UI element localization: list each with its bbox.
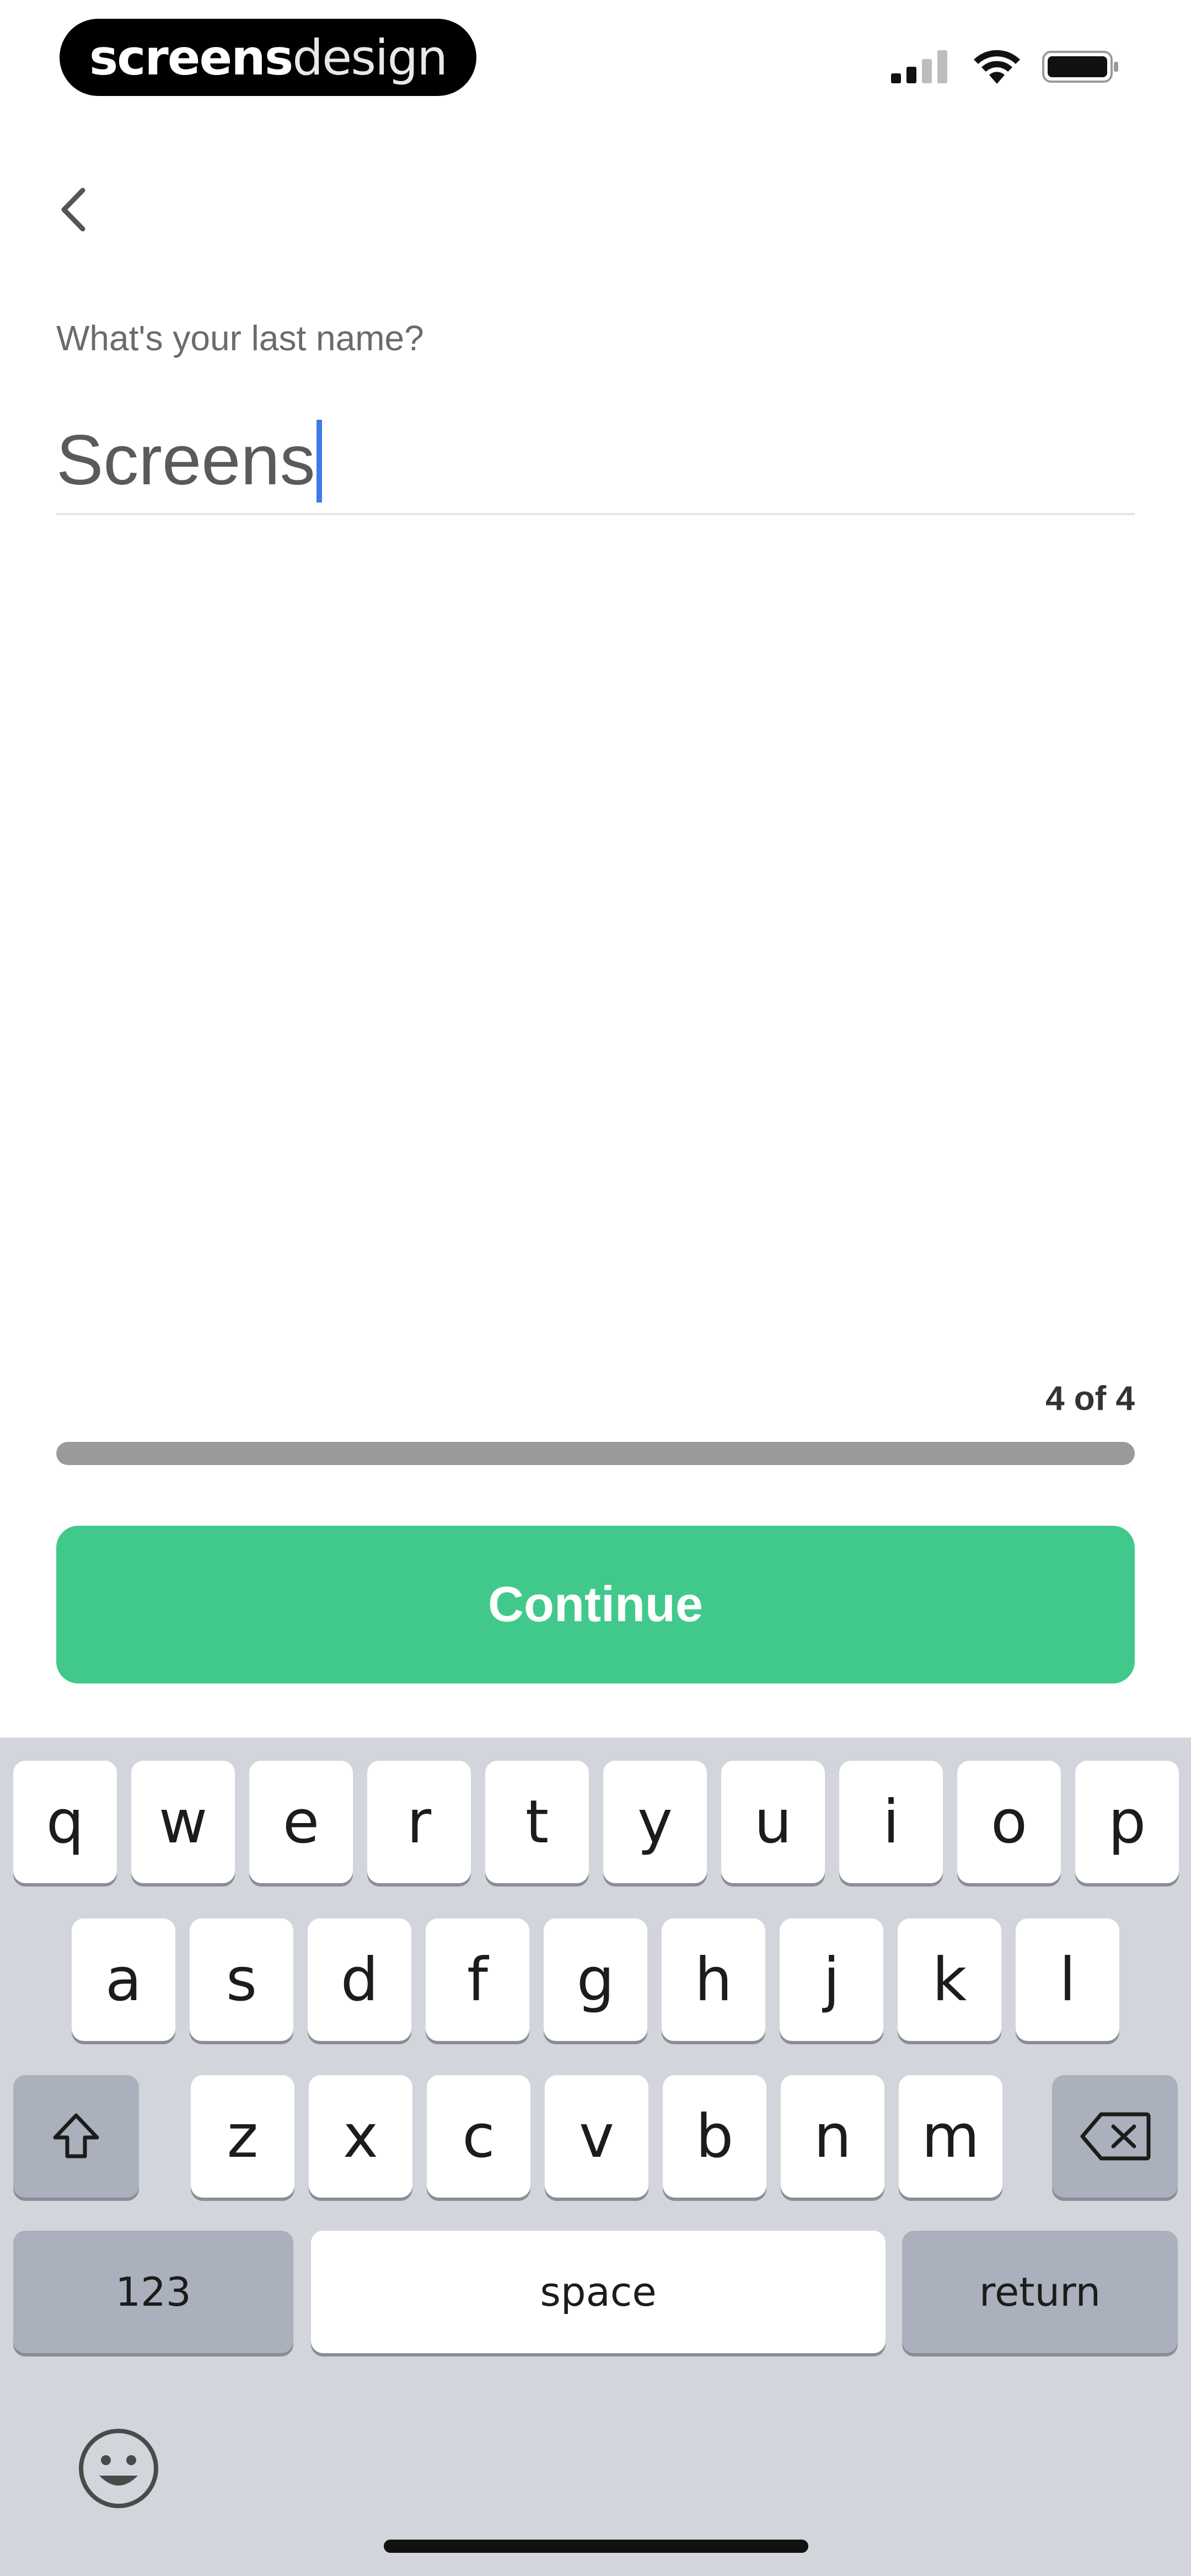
key-u[interactable]: u bbox=[721, 1761, 825, 1883]
key-n[interactable]: n bbox=[781, 2075, 884, 2198]
delete-icon bbox=[1080, 2112, 1151, 2161]
key-z[interactable]: z bbox=[191, 2075, 294, 2198]
key-m[interactable]: m bbox=[899, 2075, 1002, 2198]
wifi-icon bbox=[974, 50, 1020, 84]
shift-key[interactable] bbox=[13, 2075, 139, 2198]
key-q[interactable]: q bbox=[13, 1761, 117, 1883]
chevron-left-icon bbox=[61, 188, 85, 232]
key-g[interactable]: g bbox=[544, 1918, 647, 2041]
last-name-field[interactable]: Screens bbox=[56, 408, 1135, 515]
progress-bar bbox=[56, 1442, 1135, 1465]
key-r[interactable]: r bbox=[367, 1761, 471, 1883]
brand-logo-bold: screens bbox=[89, 29, 293, 86]
continue-button[interactable]: Continue bbox=[56, 1526, 1135, 1684]
brand-logo-light: design bbox=[292, 29, 448, 86]
key-a[interactable]: a bbox=[72, 1918, 175, 2041]
key-x[interactable]: x bbox=[309, 2075, 412, 2198]
key-y[interactable]: y bbox=[603, 1761, 707, 1883]
key-l[interactable]: l bbox=[1016, 1918, 1119, 2041]
key-k[interactable]: k bbox=[898, 1918, 1001, 2041]
last-name-value: Screens bbox=[56, 421, 315, 500]
key-j[interactable]: j bbox=[780, 1918, 883, 2041]
key-f[interactable]: f bbox=[426, 1918, 529, 2041]
battery-icon bbox=[1042, 51, 1118, 83]
space-key[interactable]: space bbox=[311, 2231, 886, 2353]
numbers-key[interactable]: 123 bbox=[13, 2231, 293, 2353]
brand-logo: screens design bbox=[60, 19, 476, 96]
text-caret bbox=[316, 420, 322, 503]
key-s[interactable]: s bbox=[190, 1918, 293, 2041]
screen: screens design What's your last name? Scr… bbox=[0, 0, 1191, 2576]
key-w[interactable]: w bbox=[131, 1761, 235, 1883]
status-icons bbox=[891, 47, 1119, 86]
key-e[interactable]: e bbox=[249, 1761, 353, 1883]
progress-bar-fill bbox=[56, 1442, 1135, 1465]
key-t[interactable]: t bbox=[485, 1761, 589, 1883]
emoji-icon bbox=[79, 2429, 158, 2508]
key-d[interactable]: d bbox=[308, 1918, 411, 2041]
home-indicator bbox=[384, 2540, 808, 2553]
back-button[interactable] bbox=[46, 177, 101, 243]
shift-icon bbox=[53, 2113, 99, 2158]
return-key[interactable]: return bbox=[902, 2231, 1178, 2353]
question-label: What's your last name? bbox=[56, 318, 424, 358]
key-o[interactable]: o bbox=[957, 1761, 1061, 1883]
key-b[interactable]: b bbox=[663, 2075, 766, 2198]
last-name-input[interactable]: Screens bbox=[56, 408, 322, 513]
key-i[interactable]: i bbox=[839, 1761, 943, 1883]
emoji-key[interactable] bbox=[77, 2427, 160, 2510]
key-v[interactable]: v bbox=[545, 2075, 648, 2198]
progress-label: 4 of 4 bbox=[1045, 1380, 1135, 1418]
delete-key[interactable] bbox=[1052, 2075, 1178, 2198]
cellular-signal-icon bbox=[891, 50, 947, 83]
key-c[interactable]: c bbox=[427, 2075, 530, 2198]
key-h[interactable]: h bbox=[662, 1918, 765, 2041]
key-p[interactable]: p bbox=[1075, 1761, 1179, 1883]
keyboard: 123 space return qwertyuiop asdfghjkl zxcv… bbox=[0, 1738, 1191, 2576]
